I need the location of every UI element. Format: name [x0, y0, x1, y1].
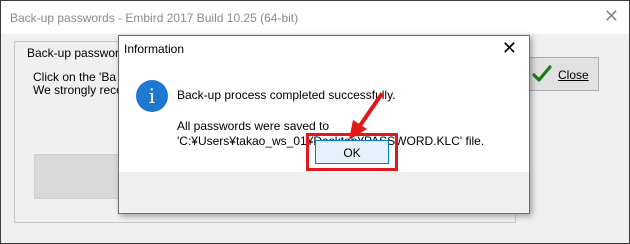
- dialog-message-line-2: All passwords were saved to: [177, 119, 330, 133]
- dialog-close-icon[interactable]: ✕: [502, 39, 517, 57]
- close-button[interactable]: Close: [519, 57, 599, 91]
- pointer-arrow-icon: [349, 93, 383, 140]
- backup-button[interactable]: [34, 154, 126, 199]
- window-close-icon[interactable]: ✕: [604, 7, 619, 25]
- dialog-title: Information: [124, 42, 185, 56]
- instruction-text: Click on the 'Ba We strongly reco: [33, 71, 123, 97]
- information-icon: i: [136, 80, 168, 112]
- information-dialog: Information ✕ i Back-up process complete…: [118, 35, 530, 214]
- dialog-footer: [119, 172, 529, 213]
- close-button-label: Close: [558, 68, 589, 82]
- window-titlebar: Back-up passwords - Embird 2017 Build 10…: [1, 1, 629, 34]
- instruction-line-2: We strongly reco: [33, 83, 123, 97]
- checkmark-icon: [532, 65, 552, 82]
- window-title: Back-up passwords - Embird 2017 Build 10…: [10, 11, 299, 25]
- ok-button[interactable]: OK: [315, 140, 389, 164]
